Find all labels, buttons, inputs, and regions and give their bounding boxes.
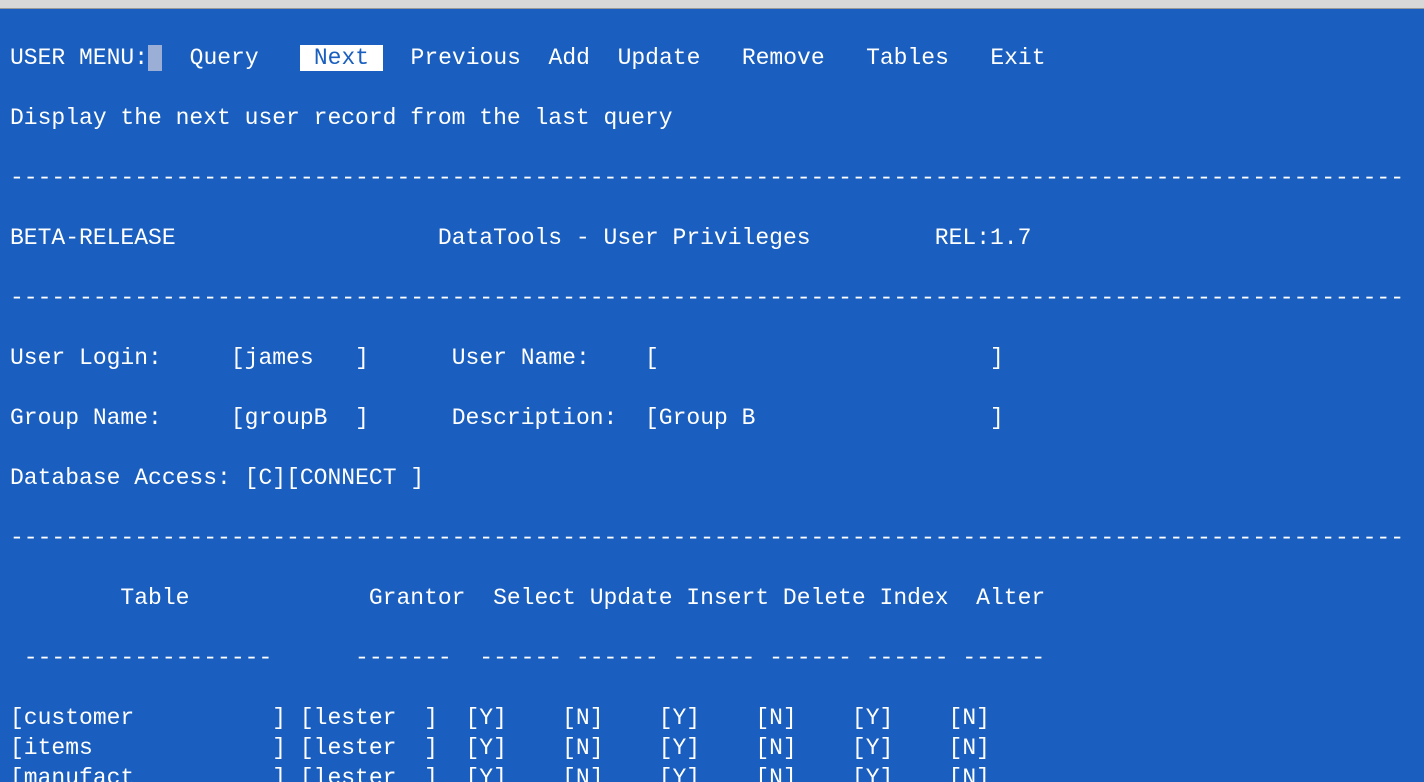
form-row-2: Group Name: [groupB ] Description: [Grou…: [10, 403, 1414, 433]
divider: ----------------------------------------…: [10, 283, 1414, 313]
window-titlebar: [0, 0, 1424, 9]
group-name-label: Group Name:: [10, 405, 162, 431]
db-access-label: Database Access:: [10, 465, 231, 491]
table-header-underline: ------------------ ------- ------ ------…: [10, 643, 1414, 673]
header-right: REL:1.7: [935, 225, 1032, 251]
terminal-screen: USER MENU: Query Next Previous Add Updat…: [0, 9, 1424, 782]
user-name-field[interactable]: [659, 345, 990, 371]
table-row[interactable]: [customer ] [lester ] [Y] [N] [Y] [N] [Y…: [10, 703, 1414, 733]
menu-item-exit[interactable]: Exit: [990, 45, 1045, 71]
db-access-text-field[interactable]: CONNECT: [300, 465, 410, 491]
menu-item-remove[interactable]: Remove: [742, 45, 825, 71]
db-access-code-field[interactable]: C: [258, 465, 272, 491]
menu-item-add[interactable]: Add: [549, 45, 590, 71]
description-field[interactable]: Group B: [659, 405, 990, 431]
menu-hint: Display the next user record from the la…: [10, 103, 1414, 133]
table-header: Table Grantor Select Update Insert Delet…: [10, 583, 1414, 613]
table-row[interactable]: [items ] [lester ] [Y] [N] [Y] [N] [Y] […: [10, 733, 1414, 763]
menu-item-previous[interactable]: Previous: [411, 45, 521, 71]
menu-bar: USER MENU: Query Next Previous Add Updat…: [10, 43, 1414, 73]
header-line: BETA-RELEASE DataTools - User Privileges…: [10, 223, 1414, 253]
user-login-field[interactable]: james: [245, 345, 355, 371]
group-name-field[interactable]: groupB: [245, 405, 355, 431]
menu-item-next[interactable]: Next: [300, 45, 383, 71]
divider: ----------------------------------------…: [10, 163, 1414, 193]
description-label: Description:: [452, 405, 618, 431]
header-left: BETA-RELEASE: [10, 225, 176, 251]
menu-item-update[interactable]: Update: [618, 45, 701, 71]
form-row-1: User Login: [james ] User Name: [ ]: [10, 343, 1414, 373]
menu-item-tables[interactable]: Tables: [866, 45, 949, 71]
menu-item-query[interactable]: Query: [190, 45, 259, 71]
text-cursor: [148, 45, 162, 71]
user-login-label: User Login:: [10, 345, 162, 371]
user-name-label: User Name:: [452, 345, 590, 371]
table-row[interactable]: [manufact ] [lester ] [Y] [N] [Y] [N] [Y…: [10, 763, 1414, 782]
form-row-3: Database Access: [C][CONNECT ]: [10, 463, 1414, 493]
header-center: DataTools - User Privileges: [438, 225, 811, 251]
divider: ----------------------------------------…: [10, 523, 1414, 553]
menu-title: USER MENU:: [10, 45, 148, 71]
table-body: [customer ] [lester ] [Y] [N] [Y] [N] [Y…: [10, 703, 1414, 782]
